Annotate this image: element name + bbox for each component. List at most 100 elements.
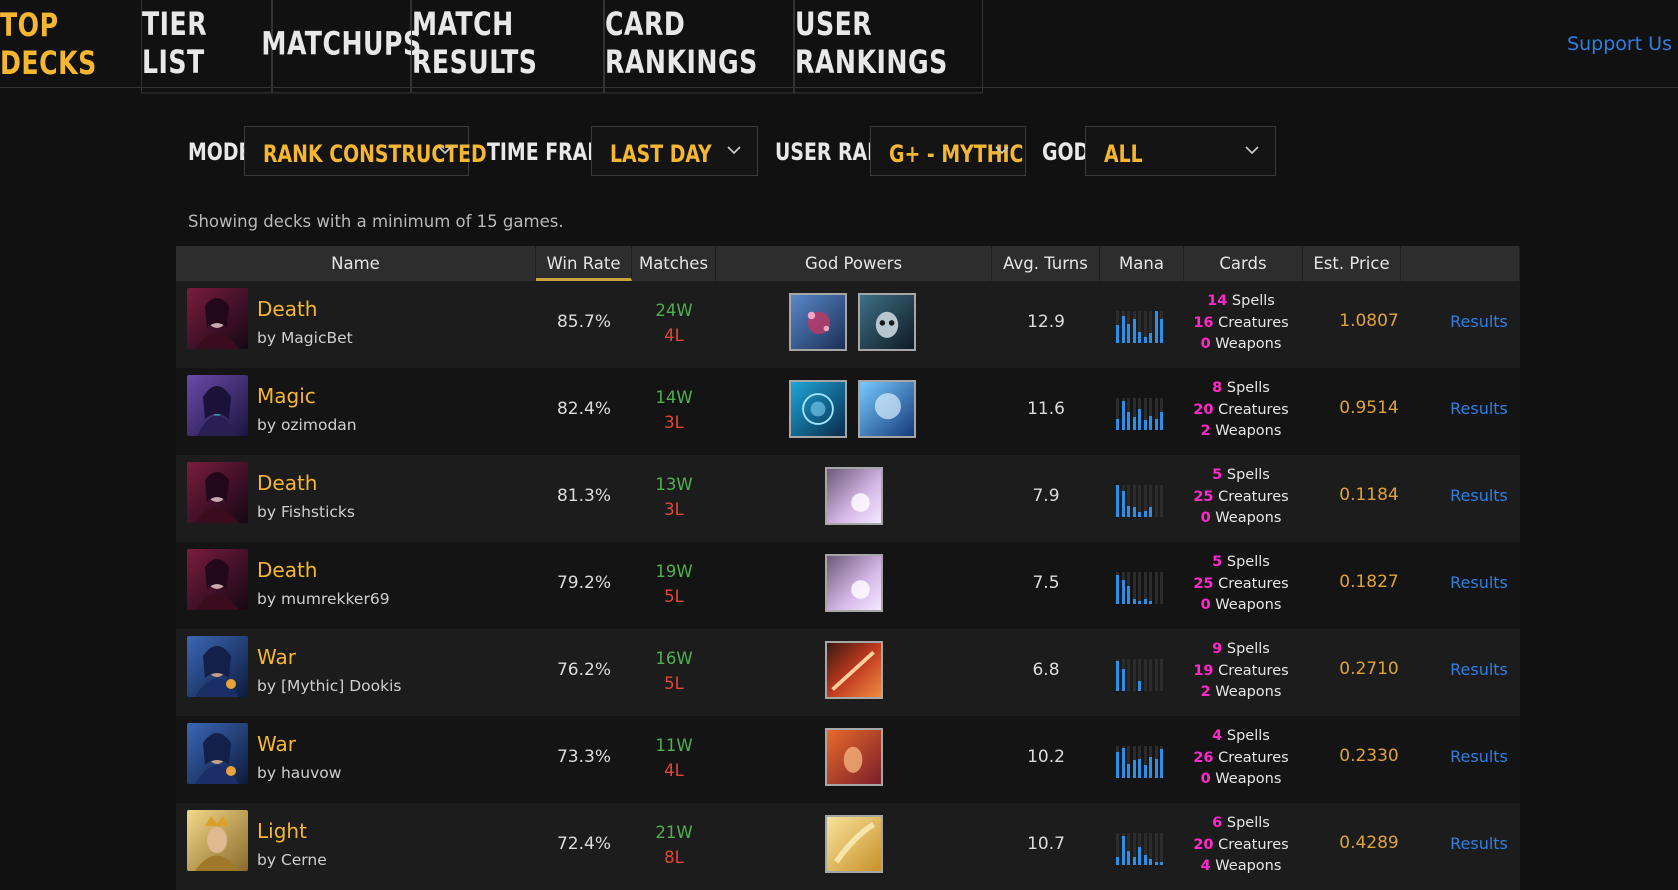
mana-bar-track: [1160, 572, 1163, 604]
deck-god-name[interactable]: Death: [257, 297, 317, 321]
header-name[interactable]: Name: [176, 246, 536, 281]
weapons-label: Weapons: [1215, 510, 1282, 526]
support-us-link[interactable]: Support Us: [1567, 33, 1672, 55]
creatures-label: Creatures: [1218, 749, 1289, 766]
deck-god-name[interactable]: Light: [257, 819, 307, 843]
header-cards[interactable]: Cards: [1184, 246, 1303, 281]
win-rate-value: 85.7%: [556, 312, 611, 332]
creatures-label: Creatures: [1218, 314, 1289, 331]
matches-wins: 14W: [655, 388, 693, 407]
mana-bar: [1138, 759, 1141, 778]
mana-bar-track: [1154, 833, 1158, 865]
mana-bar: [1143, 420, 1147, 430]
deck-god-name[interactable]: Death: [257, 471, 317, 495]
tab-top-decks[interactable]: TOP DECKS: [0, 0, 141, 94]
matches-wins: 16W: [655, 649, 693, 668]
header-est-price[interactable]: Est. Price: [1303, 246, 1401, 281]
creatures-label: Creatures: [1218, 662, 1289, 679]
chevron-down-icon: [1245, 146, 1259, 155]
spells-label: Spells: [1226, 641, 1270, 657]
header-win-rate[interactable]: Win Rate: [536, 246, 632, 281]
tab-matchups[interactable]: MATCHUPS: [261, 0, 421, 94]
table-row[interactable]: Light by Cerne 72.4% 21W 8L 10.7 6 Spell…: [176, 803, 1520, 890]
god-power-card-icon[interactable]: [825, 728, 883, 786]
god-power-card-icon[interactable]: [789, 293, 847, 351]
top-navigation: TOP DECKS TIER LIST MATCHUPS MATCH RESUL…: [0, 0, 1678, 94]
god-power-card-icon[interactable]: [825, 467, 883, 525]
mana-bar: [1116, 419, 1119, 430]
win-rate-value: 82.4%: [556, 399, 611, 419]
god-power-card-icon[interactable]: [858, 293, 916, 351]
death-god-portrait-icon: [187, 462, 248, 523]
results-link[interactable]: Results: [1429, 747, 1529, 766]
deck-god-name[interactable]: Magic: [257, 384, 316, 408]
god-power-card-icon[interactable]: [825, 641, 883, 699]
header-actions: [1401, 246, 1520, 281]
weapons-label: Weapons: [1215, 597, 1282, 613]
deck-god-name[interactable]: Death: [257, 558, 317, 582]
avg-turns-value: 7.5: [1032, 573, 1060, 593]
tab-tier-list[interactable]: TIER LIST: [141, 0, 272, 94]
mana-bar: [1127, 586, 1130, 604]
table-row[interactable]: War by hauvow 73.3% 11W 4L 10.2 4 Spells…: [176, 716, 1520, 803]
table-row[interactable]: Magic by ozimodan 82.4% 14W 3L 11.6 8 Sp…: [176, 368, 1520, 455]
header-avg-turns[interactable]: Avg. Turns: [992, 246, 1100, 281]
deck-author: by [Mythic] Dookis: [257, 677, 402, 695]
table-row[interactable]: Death by Fishsticks 81.3% 13W 3L 7.9 5 S…: [176, 455, 1520, 542]
mana-bar: [1133, 689, 1136, 691]
weapons-count: 4: [1200, 858, 1211, 874]
tab-match-results[interactable]: MATCH RESULTS: [411, 0, 604, 94]
mana-bar-track: [1132, 659, 1136, 691]
deck-god-name[interactable]: War: [257, 645, 296, 669]
mana-bar: [1143, 765, 1147, 778]
mana-bar: [1143, 599, 1147, 604]
creatures-count: 19: [1193, 662, 1214, 679]
results-link[interactable]: Results: [1429, 312, 1529, 331]
time-frame-select[interactable]: LAST DAY: [591, 126, 758, 176]
avg-turns-value: 10.7: [1027, 834, 1065, 854]
table-row[interactable]: Death by mumrekker69 79.2% 19W 5L 7.5 5 …: [176, 542, 1520, 629]
mana-bar: [1143, 511, 1147, 517]
mana-curve-chart: [1116, 396, 1166, 430]
user-rank-select[interactable]: G+ - MYTHIC: [870, 126, 1026, 176]
mana-bar: [1160, 749, 1163, 778]
mana-bar: [1160, 862, 1163, 865]
mana-bar: [1155, 689, 1158, 691]
mana-bar: [1132, 857, 1136, 865]
mana-curve-chart: [1116, 831, 1166, 865]
mana-bar: [1160, 412, 1163, 430]
tab-user-rankings[interactable]: USER RANKINGS: [794, 0, 983, 94]
results-link[interactable]: Results: [1429, 660, 1529, 679]
results-link[interactable]: Results: [1429, 834, 1529, 853]
god-power-card-icon[interactable]: [825, 815, 883, 873]
results-link[interactable]: Results: [1429, 399, 1529, 418]
results-link[interactable]: Results: [1429, 573, 1529, 592]
spells-label: Spells: [1226, 554, 1270, 570]
god-power-card-icon[interactable]: [858, 380, 916, 438]
table-row[interactable]: War by [Mythic] Dookis 76.2% 16W 5L 6.8 …: [176, 629, 1520, 716]
results-link[interactable]: Results: [1429, 486, 1529, 505]
tab-card-rankings[interactable]: CARD RANKINGS: [604, 0, 794, 94]
god-power-card-icon[interactable]: [789, 380, 847, 438]
header-god-powers[interactable]: God Powers: [716, 246, 992, 281]
spells-label: Spells: [1226, 380, 1270, 396]
mana-bar: [1132, 760, 1136, 778]
weapons-count: 0: [1200, 510, 1211, 526]
weapons-count: 2: [1200, 684, 1211, 700]
god-select[interactable]: ALL: [1085, 126, 1276, 176]
deck-god-name[interactable]: War: [257, 732, 296, 756]
win-rate-value: 73.3%: [556, 747, 611, 767]
god-power-card-icon[interactable]: [825, 554, 883, 612]
table-row[interactable]: Death by MagicBet 85.7% 24W 4L 12.9 14 S…: [176, 281, 1520, 368]
mana-curve-chart: [1116, 744, 1166, 778]
mode-select[interactable]: RANK CONSTRUCTED: [244, 126, 487, 176]
mana-bar: [1149, 859, 1152, 865]
mana-curve-chart: [1116, 309, 1166, 343]
creatures-label: Creatures: [1218, 401, 1289, 418]
weapons-label: Weapons: [1215, 771, 1282, 787]
header-mana[interactable]: Mana: [1100, 246, 1184, 281]
mana-bar: [1116, 661, 1119, 691]
card-type-counts: 4 Spells 26 Creatures 0 Weapons: [1176, 726, 1306, 791]
header-matches[interactable]: Matches: [632, 246, 716, 281]
creatures-count: 25: [1193, 575, 1214, 592]
